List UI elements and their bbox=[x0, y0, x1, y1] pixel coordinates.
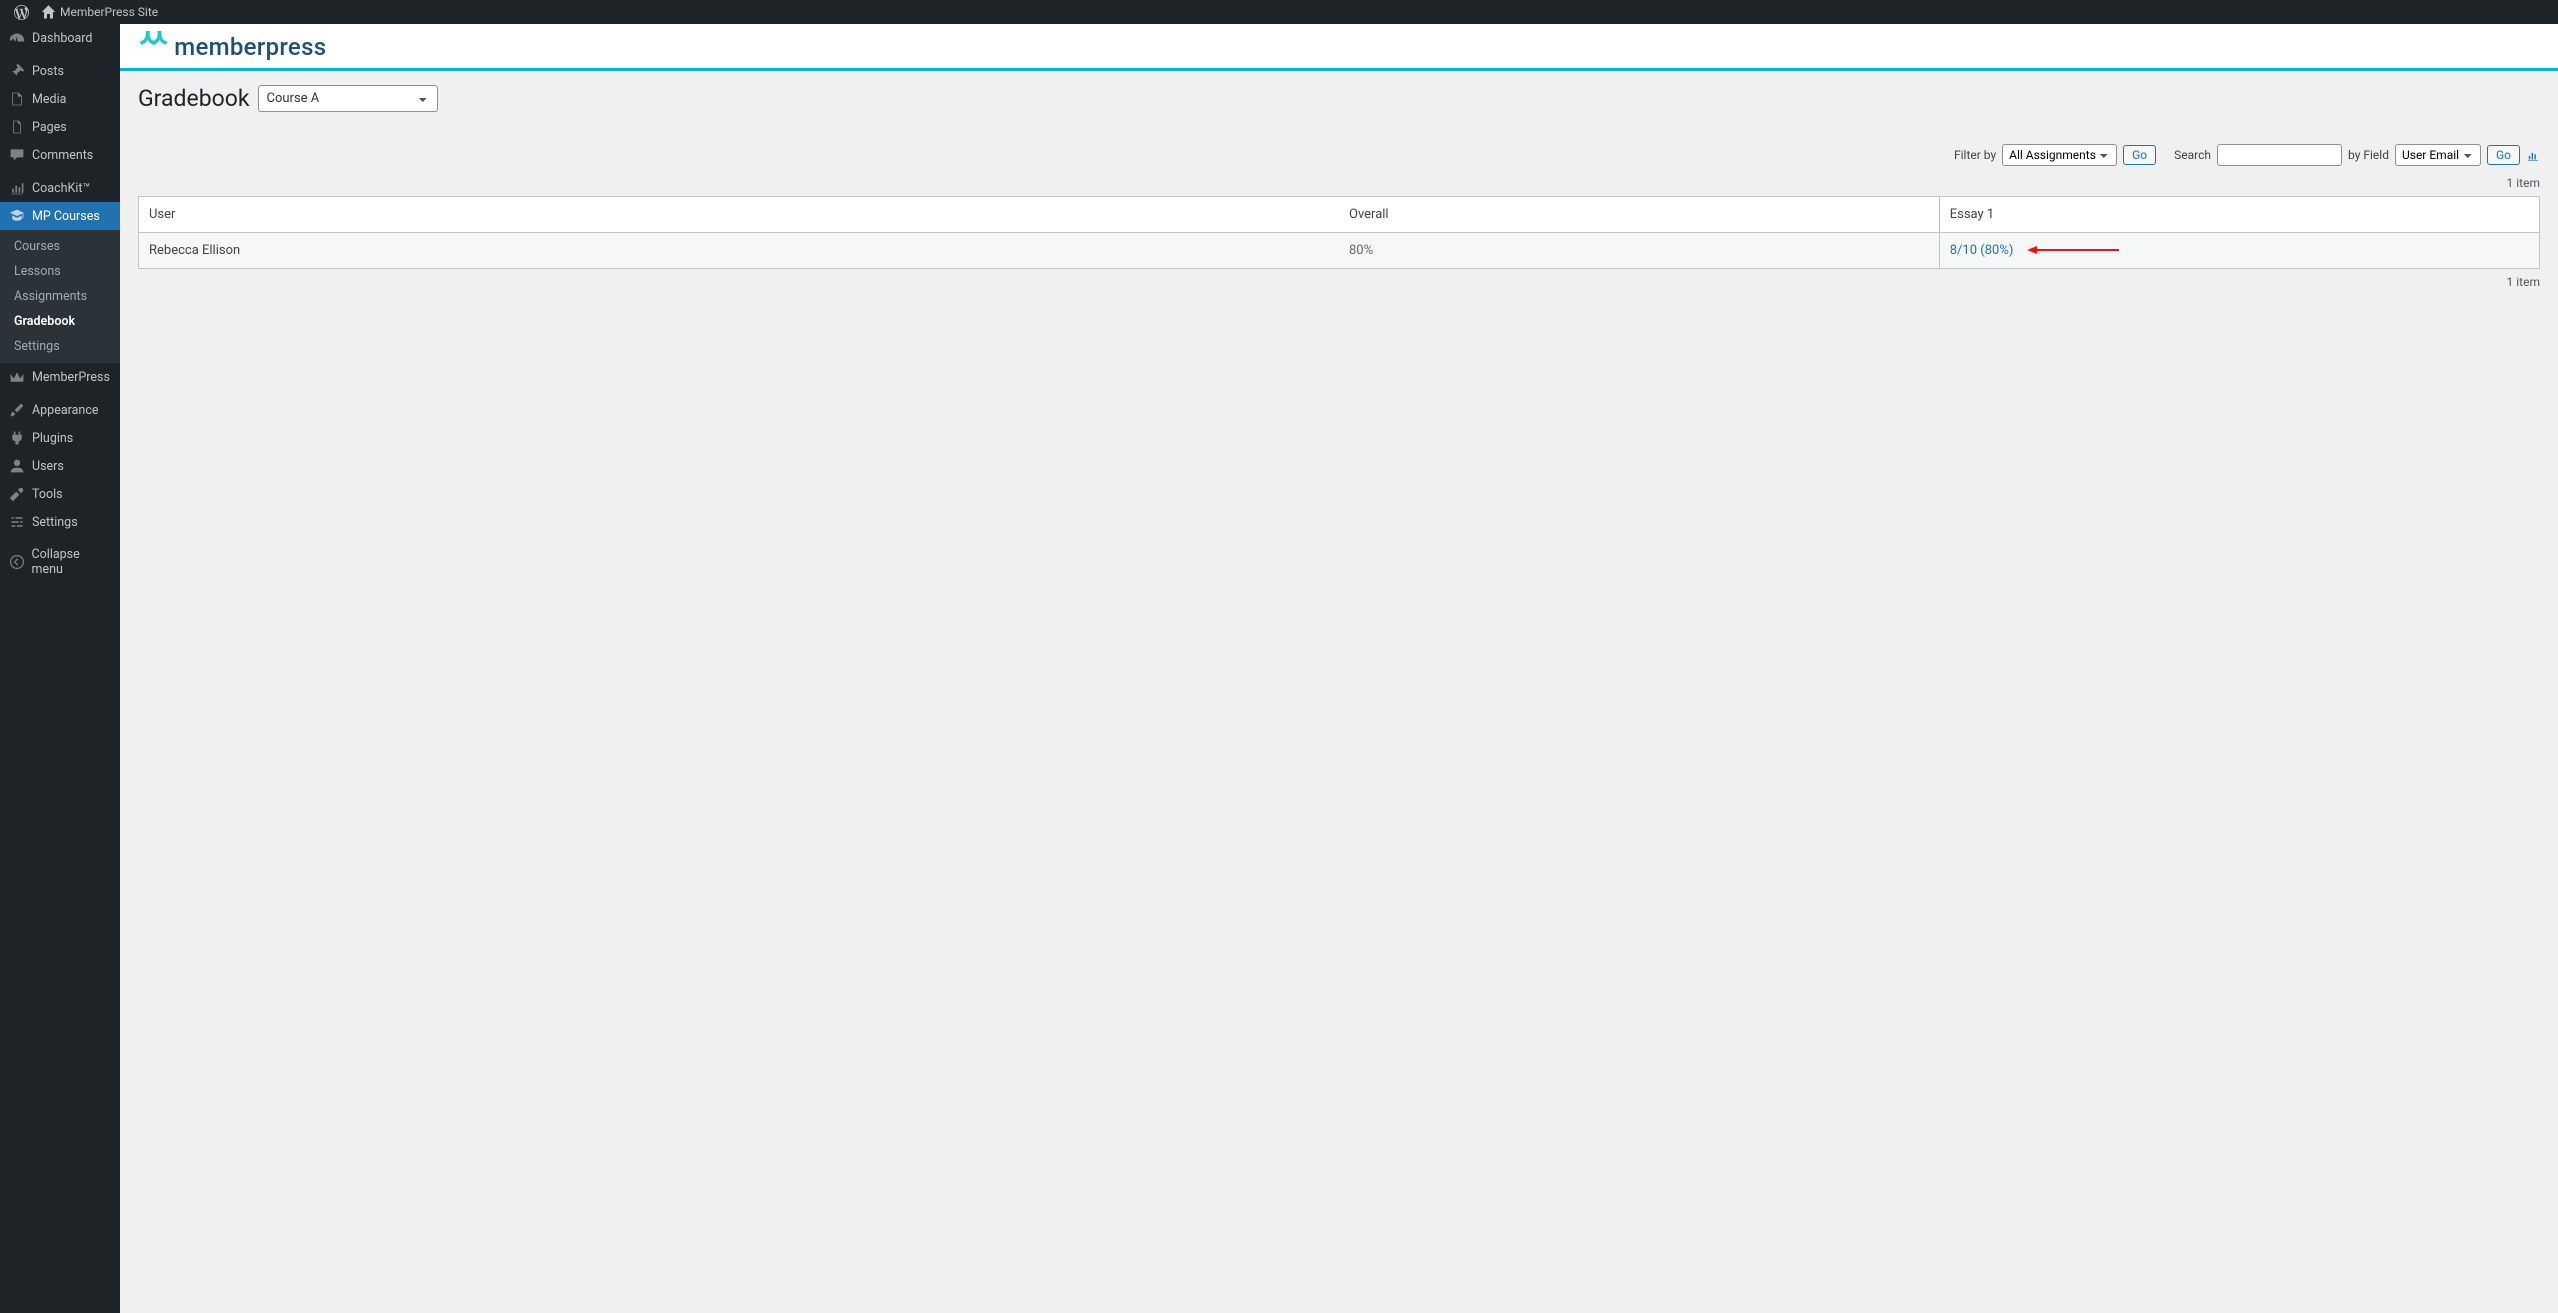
gradebook-table: User Overall Essay 1 Rebecca Ellison 80%… bbox=[138, 196, 2540, 269]
sidebar-item-label: Posts bbox=[32, 64, 64, 79]
item-count-bottom: 1 item bbox=[138, 269, 2540, 295]
mp-courses-submenu: Courses Lessons Assignments Gradebook Se… bbox=[0, 230, 120, 363]
submenu-lessons[interactable]: Lessons bbox=[0, 259, 120, 284]
sidebar-item-users[interactable]: Users bbox=[0, 452, 120, 480]
admin-bar: MemberPress Site bbox=[0, 0, 2558, 24]
site-home-link[interactable]: MemberPress Site bbox=[35, 5, 164, 20]
search-field-select[interactable]: User Email bbox=[2395, 144, 2481, 166]
submenu-courses[interactable]: Courses bbox=[0, 234, 120, 259]
sidebar-item-label: Comments bbox=[32, 148, 93, 163]
graduation-cap-icon bbox=[8, 208, 26, 224]
sidebar-item-label: MP Courses bbox=[32, 209, 100, 224]
brush-icon bbox=[8, 402, 26, 418]
sidebar-item-label: Appearance bbox=[32, 403, 99, 418]
cell-overall: 80% bbox=[1339, 233, 1939, 269]
sidebar-item-label: Dashboard bbox=[32, 31, 92, 46]
col-header-essay-1[interactable]: Essay 1 bbox=[1939, 197, 2539, 233]
site-name: MemberPress Site bbox=[60, 5, 158, 19]
sidebar-item-label: Tools bbox=[32, 487, 63, 502]
filter-by-label: Filter by bbox=[1954, 148, 1996, 162]
sidebar-item-pages[interactable]: Pages bbox=[0, 113, 120, 141]
admin-sidebar: Dashboard Posts Media Pages Comments Coa… bbox=[0, 24, 120, 1313]
search-input[interactable] bbox=[2217, 144, 2342, 166]
sidebar-item-media[interactable]: Media bbox=[0, 85, 120, 113]
sidebar-item-tools[interactable]: Tools bbox=[0, 480, 120, 508]
memberpress-logo-text: memberpress bbox=[174, 33, 326, 61]
sidebar-item-settings[interactable]: Settings bbox=[0, 508, 120, 536]
wrench-icon bbox=[8, 486, 26, 502]
cell-essay-1: 8/10 (80%) bbox=[1939, 233, 2539, 269]
submenu-gradebook[interactable]: Gradebook bbox=[0, 309, 120, 334]
filters-row: Filter by All Assignments Go Search by F… bbox=[138, 144, 2540, 166]
user-icon bbox=[8, 458, 26, 474]
col-header-overall[interactable]: Overall bbox=[1339, 197, 1939, 233]
search-label: Search bbox=[2174, 148, 2211, 162]
submenu-assignments[interactable]: Assignments bbox=[0, 284, 120, 309]
page-title: Gradebook bbox=[138, 85, 250, 112]
submenu-settings[interactable]: Settings bbox=[0, 334, 120, 359]
chart-link-icon[interactable] bbox=[2526, 148, 2540, 163]
page-header: Gradebook Course A bbox=[138, 85, 2540, 112]
sidebar-item-label: Media bbox=[32, 92, 66, 107]
media-icon bbox=[8, 91, 26, 107]
table-row: Rebecca Ellison 80% 8/10 (80%) bbox=[139, 233, 2540, 269]
sidebar-item-label: CoachKit™ bbox=[32, 181, 90, 196]
sidebar-item-memberpress[interactable]: MemberPress bbox=[0, 363, 120, 391]
sidebar-item-comments[interactable]: Comments bbox=[0, 141, 120, 169]
annotation-arrow-icon bbox=[2027, 242, 2119, 257]
sidebar-item-posts[interactable]: Posts bbox=[0, 57, 120, 85]
sidebar-item-mp-courses[interactable]: MP Courses bbox=[0, 202, 120, 230]
collapse-icon bbox=[8, 554, 26, 570]
sidebar-item-label: Plugins bbox=[32, 431, 73, 446]
page-icon bbox=[8, 119, 26, 135]
cell-user-name: Rebecca Ellison bbox=[139, 233, 1340, 269]
item-count-top: 1 item bbox=[138, 170, 2540, 196]
course-select[interactable]: Course A bbox=[258, 85, 438, 112]
sidebar-item-plugins[interactable]: Plugins bbox=[0, 424, 120, 452]
wp-logo-icon[interactable] bbox=[8, 5, 35, 20]
chart-icon bbox=[8, 180, 26, 196]
brand-bar: ᄊ memberpress bbox=[120, 24, 2558, 68]
search-go-button[interactable]: Go bbox=[2487, 145, 2520, 165]
dashboard-icon bbox=[8, 30, 26, 46]
grade-link[interactable]: 8/10 (80%) bbox=[1950, 243, 2014, 258]
sidebar-item-coachkit[interactable]: CoachKit™ bbox=[0, 174, 120, 202]
sidebar-item-label: MemberPress bbox=[32, 370, 110, 385]
sliders-icon bbox=[8, 514, 26, 530]
sidebar-collapse[interactable]: Collapse menu bbox=[0, 541, 120, 583]
plug-icon bbox=[8, 430, 26, 446]
filter-assignments-select[interactable]: All Assignments bbox=[2002, 144, 2117, 166]
sidebar-item-dashboard[interactable]: Dashboard bbox=[0, 24, 120, 52]
sidebar-item-label: Collapse menu bbox=[32, 547, 112, 577]
sidebar-item-appearance[interactable]: Appearance bbox=[0, 396, 120, 424]
col-header-user[interactable]: User bbox=[139, 197, 1340, 233]
sidebar-item-label: Settings bbox=[32, 515, 78, 530]
memberpress-icon bbox=[8, 369, 26, 385]
sidebar-item-label: Pages bbox=[32, 120, 67, 135]
comment-icon bbox=[8, 147, 26, 163]
sidebar-item-label: Users bbox=[32, 459, 64, 474]
by-field-label: by Field bbox=[2348, 148, 2389, 162]
memberpress-logo-icon: ᄊ bbox=[138, 30, 166, 64]
pin-icon bbox=[8, 63, 26, 79]
filter-go-button[interactable]: Go bbox=[2123, 145, 2156, 165]
